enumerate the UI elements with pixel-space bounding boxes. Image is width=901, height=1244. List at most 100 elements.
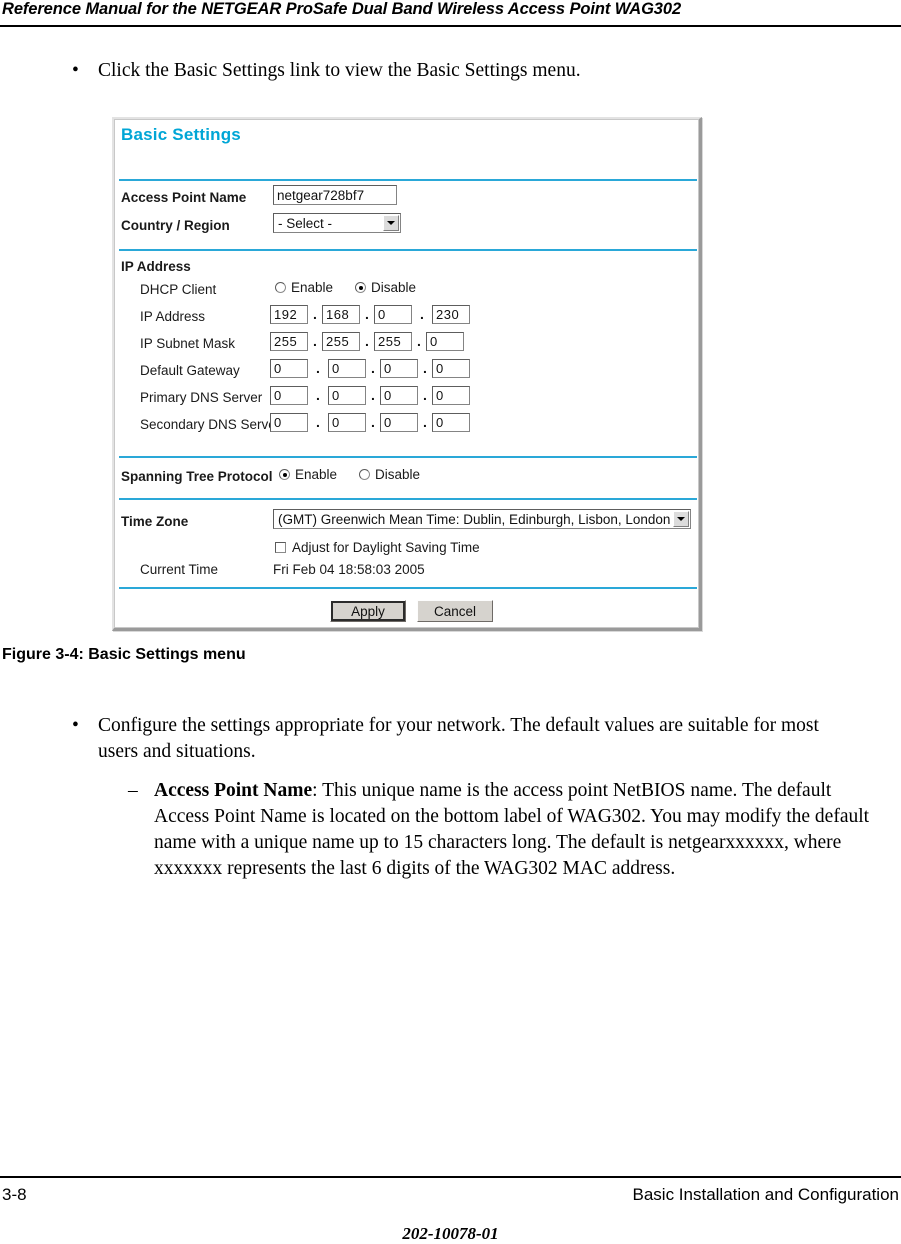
time-zone-value: (GMT) Greenwich Mean Time: Dublin, Edinb… [278, 511, 671, 527]
octet-separator: . [365, 333, 369, 349]
ip-address-octet-4[interactable]: 230 [432, 305, 470, 324]
radio-icon-stp-enable[interactable] [279, 469, 290, 480]
radio-icon-dhcp-enable[interactable] [275, 282, 286, 293]
chevron-down-icon[interactable] [383, 215, 399, 231]
apply-button-label: Apply [351, 603, 385, 619]
page-title: Basic Settings [121, 125, 241, 144]
octet-separator: . [371, 387, 375, 403]
octet-separator: . [417, 333, 421, 349]
access-point-name-input[interactable]: netgear728bf7 [273, 185, 397, 205]
ip-subnet-mask-octet-3[interactable]: 255 [374, 332, 412, 351]
radio-icon-stp-disable[interactable] [359, 469, 371, 480]
stp-disable-label: Disable [375, 467, 421, 482]
primary-dns-octets[interactable]: 0 . 0 . 0 . 0 [270, 386, 470, 405]
default-gateway-octets[interactable]: 0 . 0 . 0 . 0 [270, 359, 470, 378]
header-rule [0, 25, 901, 27]
dhcp-disable-label: Disable [371, 280, 417, 295]
primary-dns-octet-2[interactable]: 0 [328, 386, 366, 405]
primary-dns-octet-3[interactable]: 0 [380, 386, 418, 405]
ip-address-section-label: IP Address [121, 259, 191, 274]
basic-settings-screenshot: Basic Settings Access Point Name netgear… [112, 117, 702, 631]
footer-rule [0, 1176, 901, 1178]
stp-disable-radio[interactable]: Disable [359, 467, 420, 482]
footer-page-number: 3-8 [2, 1185, 27, 1204]
dhcp-enable-radio[interactable]: Enable [275, 280, 333, 295]
bullet-click-text: Click the Basic Settings link to view th… [98, 60, 581, 81]
country-region-value: - Select - [278, 215, 333, 231]
stp-enable-radio[interactable]: Enable [279, 467, 337, 482]
dhcp-client-radio-group[interactable]: Enable Disable [275, 280, 438, 295]
secondary-dns-label: Secondary DNS Server [140, 417, 281, 432]
octet-separator: . [420, 306, 424, 322]
current-time-value: Fri Feb 04 18:58:03 2005 [273, 562, 425, 577]
time-zone-label: Time Zone [121, 514, 189, 529]
daylight-saving-label: Adjust for Daylight Saving Time [292, 540, 480, 555]
page-header: Reference Manual for the NETGEAR ProSafe… [0, 0, 901, 28]
cancel-button[interactable]: Cancel [417, 600, 493, 622]
secondary-dns-octet-2[interactable]: 0 [328, 413, 366, 432]
octet-separator: . [316, 414, 320, 430]
octet-separator: . [423, 414, 427, 430]
time-zone-select[interactable]: (GMT) Greenwich Mean Time: Dublin, Edinb… [273, 509, 691, 529]
footer-section-title: Basic Installation and Configuration [632, 1185, 900, 1204]
ip-subnet-mask-label: IP Subnet Mask [140, 336, 236, 351]
spanning-tree-label: Spanning Tree Protocol [121, 469, 273, 484]
screenshot-inner-frame: Basic Settings Access Point Name netgear… [114, 119, 699, 628]
dash-marker: – [128, 780, 138, 801]
sub-item-access-point-name: – Access Point Name: This unique name is… [128, 778, 888, 882]
current-time-label: Current Time [140, 562, 219, 577]
dhcp-enable-label: Enable [291, 280, 334, 295]
divider-1 [119, 179, 697, 181]
secondary-dns-octets[interactable]: 0 . 0 . 0 . 0 [270, 413, 470, 432]
default-gateway-octet-2[interactable]: 0 [328, 359, 366, 378]
daylight-saving-checkbox-row[interactable]: Adjust for Daylight Saving Time [275, 540, 480, 555]
secondary-dns-octet-1[interactable]: 0 [270, 413, 308, 432]
default-gateway-octet-1[interactable]: 0 [270, 359, 308, 378]
sub-item-text: Access Point Name: This unique name is t… [154, 778, 888, 882]
country-region-label: Country / Region [121, 218, 230, 233]
octet-separator: . [316, 387, 320, 403]
apply-button[interactable]: Apply [330, 600, 406, 622]
default-gateway-octet-4[interactable]: 0 [432, 359, 470, 378]
divider-2 [119, 249, 697, 251]
octet-separator: . [423, 387, 427, 403]
octet-separator: . [423, 360, 427, 376]
figure-caption: Figure 3-4: Basic Settings menu [2, 646, 246, 663]
divider-4 [119, 498, 697, 500]
divider-3 [119, 456, 697, 458]
access-point-name-label: Access Point Name [121, 190, 247, 205]
bullet-configure-settings: • Configure the settings appropriate for… [72, 713, 862, 765]
octet-separator: . [316, 360, 320, 376]
octet-separator: . [371, 360, 375, 376]
ip-address-octet-3[interactable]: 0 [374, 305, 412, 324]
octet-separator: . [365, 306, 369, 322]
chevron-down-icon[interactable] [673, 511, 689, 527]
primary-dns-octet-1[interactable]: 0 [270, 386, 308, 405]
radio-icon-dhcp-disable[interactable] [355, 282, 367, 293]
secondary-dns-octet-3[interactable]: 0 [380, 413, 418, 432]
dhcp-client-label: DHCP Client [140, 282, 217, 297]
octet-separator: . [313, 333, 317, 349]
secondary-dns-octet-4[interactable]: 0 [432, 413, 470, 432]
stp-enable-label: Enable [295, 467, 338, 482]
ip-subnet-mask-octet-2[interactable]: 255 [322, 332, 360, 351]
ip-subnet-mask-octet-1[interactable]: 255 [270, 332, 308, 351]
ip-address-octet-2[interactable]: 168 [322, 305, 360, 324]
ip-subnet-mask-octet-4[interactable]: 0 [426, 332, 464, 351]
manual-title: Reference Manual for the NETGEAR ProSafe… [2, 0, 682, 18]
default-gateway-label: Default Gateway [140, 363, 240, 378]
footer-document-number: 202-10078-01 [402, 1224, 499, 1243]
country-region-select[interactable]: - Select - [273, 213, 401, 233]
default-gateway-octet-3[interactable]: 0 [380, 359, 418, 378]
checkbox-icon-daylight-saving[interactable] [275, 542, 286, 553]
spanning-tree-radio-group[interactable]: Enable Disable [279, 467, 442, 482]
ip-address-octet-1[interactable]: 192 [270, 305, 308, 324]
ip-address-octets[interactable]: 192 . 168 . 0 . 230 [270, 305, 470, 324]
primary-dns-octet-4[interactable]: 0 [432, 386, 470, 405]
divider-5 [119, 587, 697, 589]
bullet-configure-text: Configure the settings appropriate for y… [98, 715, 819, 762]
dhcp-disable-radio[interactable]: Disable [355, 280, 416, 295]
bullet-marker: • [72, 715, 79, 736]
ip-address-label: IP Address [140, 309, 206, 324]
ip-subnet-mask-octets[interactable]: 255 . 255 . 255 . 0 [270, 332, 464, 351]
